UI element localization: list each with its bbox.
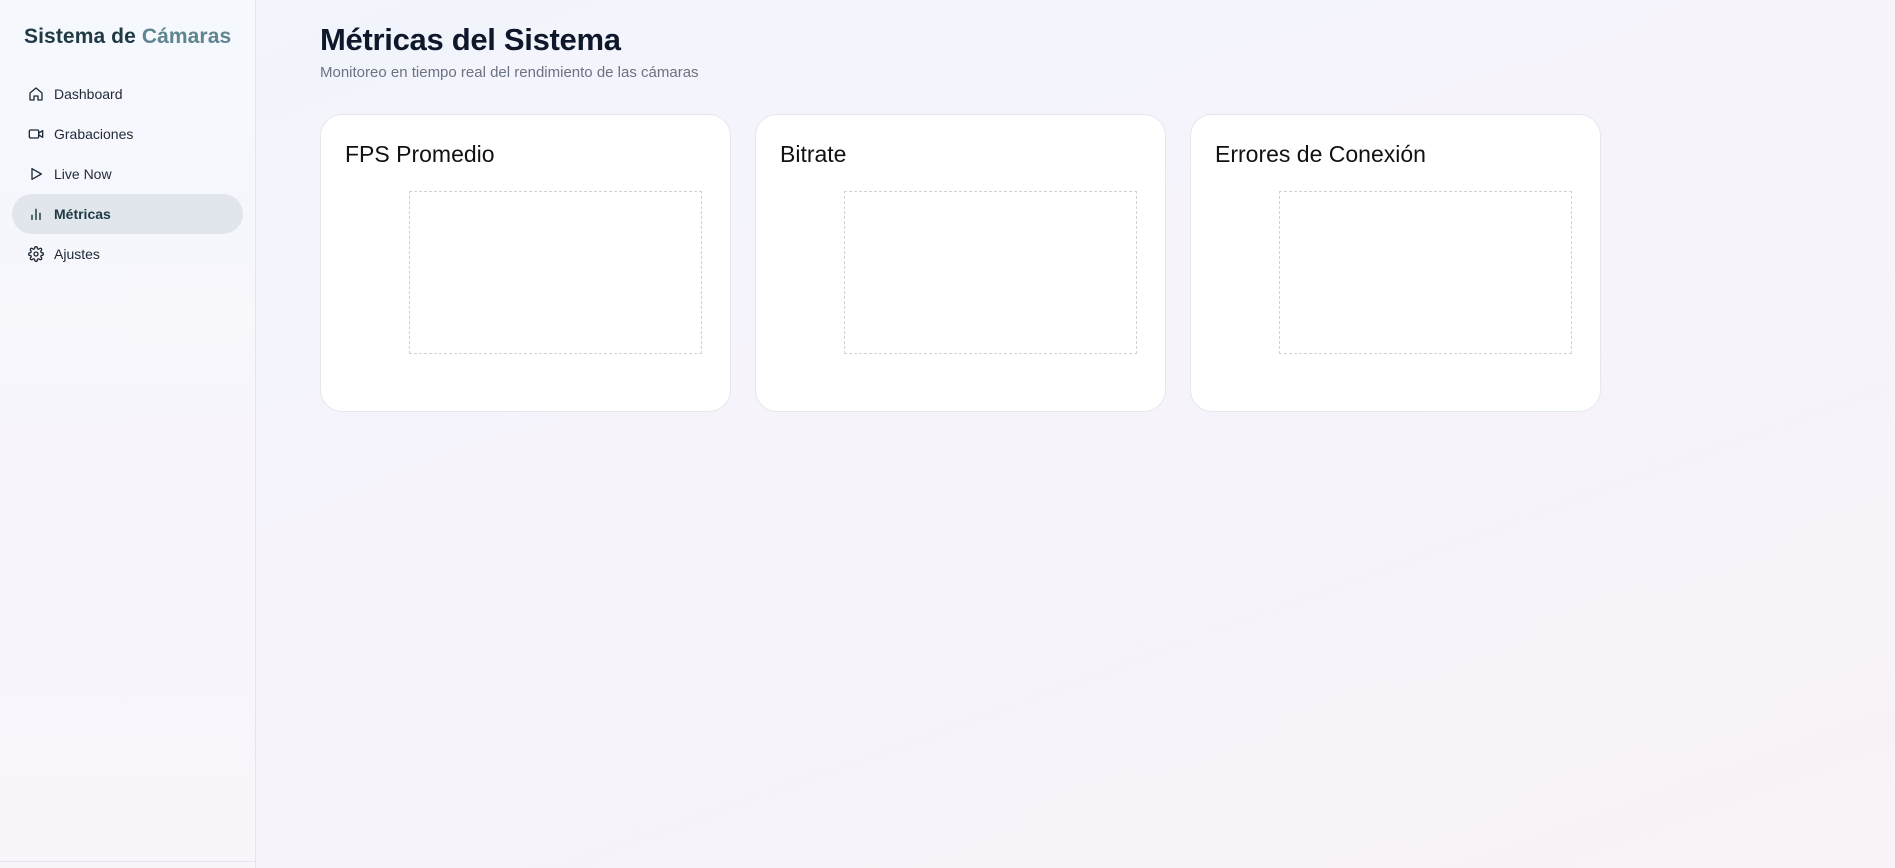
sidebar-item-metricas[interactable]: Métricas xyxy=(12,194,243,234)
chart-placeholder xyxy=(844,191,1137,354)
brand-text-primary: Sistema de xyxy=(24,25,136,48)
metrics-cards: FPS Promedio Bitrate Errores de Conexión xyxy=(320,114,1601,412)
sidebar-nav: Dashboard Grabaciones Live Now Métricas … xyxy=(12,74,243,274)
sidebar-item-live-now[interactable]: Live Now xyxy=(12,154,243,194)
sidebar-divider xyxy=(0,861,255,862)
home-icon xyxy=(28,86,44,102)
sidebar-item-label: Ajustes xyxy=(54,246,100,262)
page-header: Métricas del Sistema Monitoreo en tiempo… xyxy=(320,22,699,81)
metric-card-bitrate: Bitrate xyxy=(755,114,1166,412)
video-camera-icon xyxy=(28,126,44,142)
sidebar-item-dashboard[interactable]: Dashboard xyxy=(12,74,243,114)
play-icon xyxy=(28,166,44,182)
sidebar-item-label: Dashboard xyxy=(54,86,123,102)
sidebar-item-label: Grabaciones xyxy=(54,126,134,142)
bar-chart-icon xyxy=(28,206,44,222)
page-subtitle: Monitoreo en tiempo real del rendimiento… xyxy=(320,64,699,81)
sidebar-item-label: Live Now xyxy=(54,166,112,182)
sidebar-item-ajustes[interactable]: Ajustes xyxy=(12,234,243,274)
app-brand: Sistema de Cámaras xyxy=(24,25,231,49)
card-title: Errores de Conexión xyxy=(1215,141,1426,167)
sidebar-item-label: Métricas xyxy=(54,206,111,222)
card-title: Bitrate xyxy=(780,141,847,167)
brand-text-accent: Cámaras xyxy=(141,25,232,48)
sidebar-item-grabaciones[interactable]: Grabaciones xyxy=(12,114,243,154)
sidebar: Sistema de Cámaras Dashboard Grabaciones xyxy=(0,0,256,868)
metric-card-fps: FPS Promedio xyxy=(320,114,731,412)
card-title: FPS Promedio xyxy=(345,141,495,167)
chart-placeholder xyxy=(409,191,702,354)
gear-icon xyxy=(28,246,44,262)
chart-placeholder xyxy=(1279,191,1572,354)
page-title: Métricas del Sistema xyxy=(320,22,621,57)
metric-card-connection-errors: Errores de Conexión xyxy=(1190,114,1601,412)
